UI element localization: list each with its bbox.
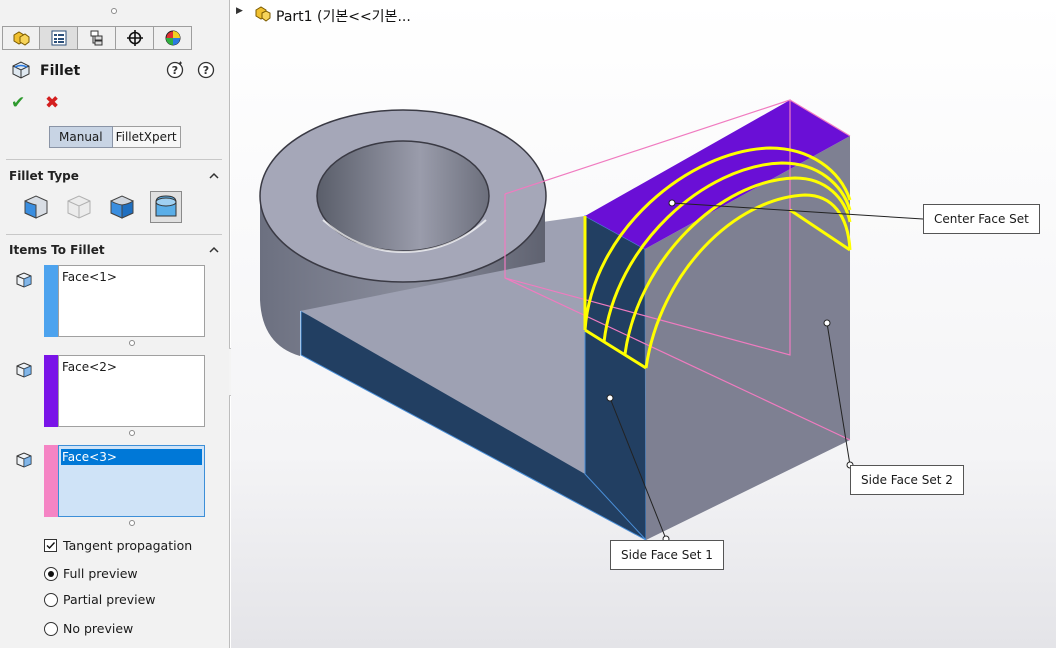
configurationmanager-icon (90, 30, 102, 46)
face-set-2-item[interactable]: Face<2> (61, 359, 118, 375)
items-to-fillet-heading: Items To Fillet (9, 243, 105, 257)
radio-button[interactable] (44, 622, 58, 636)
part-icon (255, 6, 271, 22)
constant-size-fillet-button[interactable] (20, 191, 52, 223)
side-face-set-1-callout[interactable]: Side Face Set 1 (610, 540, 724, 570)
full-round-fillet-button[interactable] (150, 191, 182, 223)
tab-configurationmanager[interactable] (78, 26, 116, 50)
radio-button[interactable] (44, 593, 58, 607)
side-face-set-2-callout[interactable]: Side Face Set 2 (850, 465, 964, 495)
face-fillet-button[interactable] (106, 191, 138, 223)
tab-dimxpert[interactable] (116, 26, 154, 50)
listbox-resize-grip[interactable] (129, 340, 135, 346)
variable-size-fillet-icon (67, 195, 91, 219)
checkmark-icon (46, 542, 56, 550)
tangent-propagation-label: Tangent propagation (63, 538, 193, 553)
face-set-1-listbox[interactable]: Face<1> (58, 265, 205, 337)
variable-size-fillet-button[interactable] (63, 191, 95, 223)
collapse-chevron-icon[interactable] (209, 171, 219, 181)
whats-wrong-help-icon[interactable]: ? (166, 61, 184, 79)
face-selection-icon (16, 452, 32, 468)
face-set-2-listbox[interactable]: Face<2> (58, 355, 205, 427)
help-icon[interactable]: ? (197, 61, 215, 79)
face-set-1-item[interactable]: Face<1> (61, 269, 118, 285)
listbox-resize-grip[interactable] (129, 520, 135, 526)
face-set-1-color-swatch (44, 265, 58, 337)
fillet-feature-icon (12, 61, 30, 79)
face-fillet-icon (110, 195, 134, 219)
fillet-mode-toggle: Manual FilletXpert (49, 126, 181, 148)
filletxpert-button[interactable]: FilletXpert (112, 126, 181, 148)
ok-checkmark-icon[interactable]: ✔ (11, 93, 25, 113)
full-round-fillet-icon (155, 195, 177, 217)
constant-size-fillet-icon (24, 195, 48, 219)
propertymanager-icon (51, 30, 66, 46)
section-divider (6, 234, 222, 235)
collapse-chevron-icon[interactable] (209, 245, 219, 255)
part-name[interactable]: Part1 (기본<<기본... (276, 6, 411, 26)
tab-propertymanager[interactable] (40, 26, 78, 50)
full-preview-label: Full preview (63, 566, 138, 581)
featuremanager-icon (13, 31, 30, 46)
checkbox[interactable] (44, 539, 57, 552)
tab-displaymanager[interactable] (154, 26, 192, 50)
display-manager-icon (165, 30, 180, 46)
face-set-3-color-swatch (44, 445, 58, 517)
partial-preview-label: Partial preview (63, 592, 156, 607)
listbox-resize-grip[interactable] (129, 430, 135, 436)
face-selection-icon (16, 362, 32, 378)
cancel-x-icon[interactable]: ✖ (45, 93, 59, 113)
svg-text:?: ? (203, 64, 209, 77)
face-set-3-item[interactable]: Face<3> (61, 449, 202, 465)
radio-button[interactable] (44, 567, 58, 581)
feature-title: Fillet (40, 63, 81, 79)
face-selection-icon (16, 272, 32, 288)
property-manager-panel: Fillet ? ? ✔ ✖ Manual FilletXpert Fillet… (0, 0, 230, 648)
svg-text:?: ? (172, 64, 178, 77)
center-face-set-callout[interactable]: Center Face Set (923, 204, 1040, 234)
face-set-3-listbox[interactable]: Face<3> (58, 445, 205, 517)
tab-featuremanager[interactable] (2, 26, 40, 50)
panel-resize-grip[interactable] (111, 8, 117, 14)
section-divider (6, 159, 222, 160)
feature-header: Fillet ? ? (10, 60, 220, 82)
manual-button[interactable]: Manual (49, 126, 113, 148)
dimxpert-icon (126, 30, 143, 46)
no-preview-label: No preview (63, 621, 134, 636)
expand-arrow-icon[interactable]: ▶ (236, 6, 243, 16)
fillet-type-heading: Fillet Type (9, 169, 79, 183)
face-set-2-color-swatch (44, 355, 58, 427)
manager-tabs (2, 26, 192, 50)
